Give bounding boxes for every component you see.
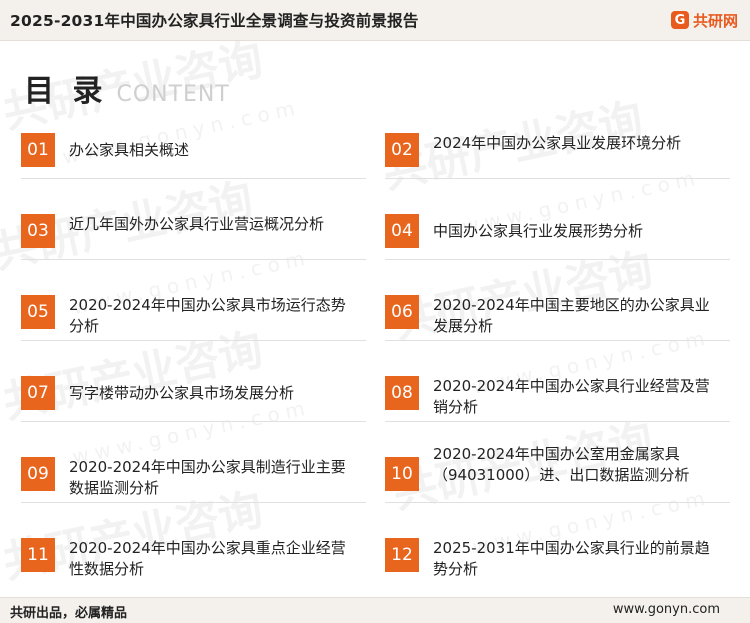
report-title: 2025-2031年中国办公家具行业全景调查与投资前景报告 (10, 12, 419, 30)
divider (21, 421, 366, 422)
footer-website-link[interactable]: www.gonyn.com (613, 602, 720, 617)
toc-label: 2020-2024年中国办公家具制造行业主要数据监测分析 (69, 458, 346, 497)
toc-number: 05 (21, 295, 55, 329)
toc-item-04[interactable]: 04 中国办公家具行业发展形势分析 (385, 214, 730, 260)
toc-item-08[interactable]: 08 2020-2024年中国办公家具行业经营及营销分析 (385, 376, 730, 422)
toc-item-12[interactable]: 12 2025-2031年中国办公家具行业的前景趋势分析 (385, 538, 730, 578)
toc-label: 2025-2031年中国办公家具行业的前景趋势分析 (433, 539, 710, 578)
toc-number: 02 (385, 133, 419, 167)
divider (385, 259, 730, 260)
toc-item-06[interactable]: 06 2020-2024年中国主要地区的办公家具业发展分析 (385, 295, 730, 341)
toc-item-09[interactable]: 09 2020-2024年中国办公家具制造行业主要数据监测分析 (21, 457, 366, 503)
toc-label: 写字楼带动办公家具市场发展分析 (69, 384, 295, 402)
toc-label: 2024年中国办公家具业发展环境分析 (433, 134, 682, 152)
toc-item-02[interactable]: 02 2024年中国办公家具业发展环境分析 (385, 133, 730, 179)
brand-name: 共研网 (692, 11, 738, 30)
toc-number: 01 (21, 133, 55, 167)
toc-item-10[interactable]: 10 2020-2024年中国办公室用金属家具（94031000）进、出口数据监… (385, 445, 730, 503)
divider (21, 340, 366, 341)
toc-item-03[interactable]: 03 近几年国外办公家具行业营运概况分析 (21, 214, 366, 260)
toc-number: 09 (21, 457, 55, 491)
divider (21, 259, 366, 260)
toc-item-07[interactable]: 07 写字楼带动办公家具市场发展分析 (21, 376, 366, 422)
divider (21, 502, 366, 503)
brand-logo: G 共研网 (670, 9, 738, 31)
toc-item-01[interactable]: 01 办公家具相关概述 (21, 133, 366, 179)
toc-label: 中国办公家具行业发展形势分析 (433, 222, 644, 240)
divider (385, 340, 730, 341)
toc-label: 近几年国外办公家具行业营运概况分析 (69, 215, 325, 233)
top-bar: 2025-2031年中国办公家具行业全景调查与投资前景报告 G 共研网 (0, 0, 750, 41)
toc-number: 04 (385, 214, 419, 248)
footer-bar: 共研出品，必属精品 www.gonyn.com (0, 597, 750, 623)
toc-label: 2020-2024年中国办公室用金属家具（94031000）进、出口数据监测分析 (433, 445, 690, 484)
brand-mark-icon: G (670, 11, 689, 29)
toc-label: 2020-2024年中国主要地区的办公家具业发展分析 (433, 296, 710, 335)
toc-heading-en: CONTENT (116, 82, 230, 107)
divider (385, 502, 730, 503)
toc-label: 2020-2024年中国办公家具市场运行态势分析 (69, 296, 346, 335)
toc-item-05[interactable]: 05 2020-2024年中国办公家具市场运行态势分析 (21, 295, 366, 341)
toc-number: 03 (21, 214, 55, 248)
toc-number: 10 (385, 457, 419, 491)
toc-number: 12 (385, 538, 419, 572)
toc-number: 11 (21, 538, 55, 572)
divider (385, 178, 730, 179)
footer-slogan: 共研出品，必属精品 (10, 606, 128, 621)
toc-heading-cn: 目 录 (24, 74, 107, 109)
toc-label: 2020-2024年中国办公家具重点企业经营性数据分析 (69, 539, 346, 578)
toc-label: 2020-2024年中国办公家具行业经营及营销分析 (433, 377, 710, 416)
toc-heading: 目 录 CONTENT (24, 66, 230, 110)
divider (385, 421, 730, 422)
toc-number: 07 (21, 376, 55, 410)
toc-label: 办公家具相关概述 (69, 141, 190, 159)
toc-number: 06 (385, 295, 419, 329)
divider (21, 178, 366, 179)
toc-item-11[interactable]: 11 2020-2024年中国办公家具重点企业经营性数据分析 (21, 538, 366, 578)
toc-number: 08 (385, 376, 419, 410)
